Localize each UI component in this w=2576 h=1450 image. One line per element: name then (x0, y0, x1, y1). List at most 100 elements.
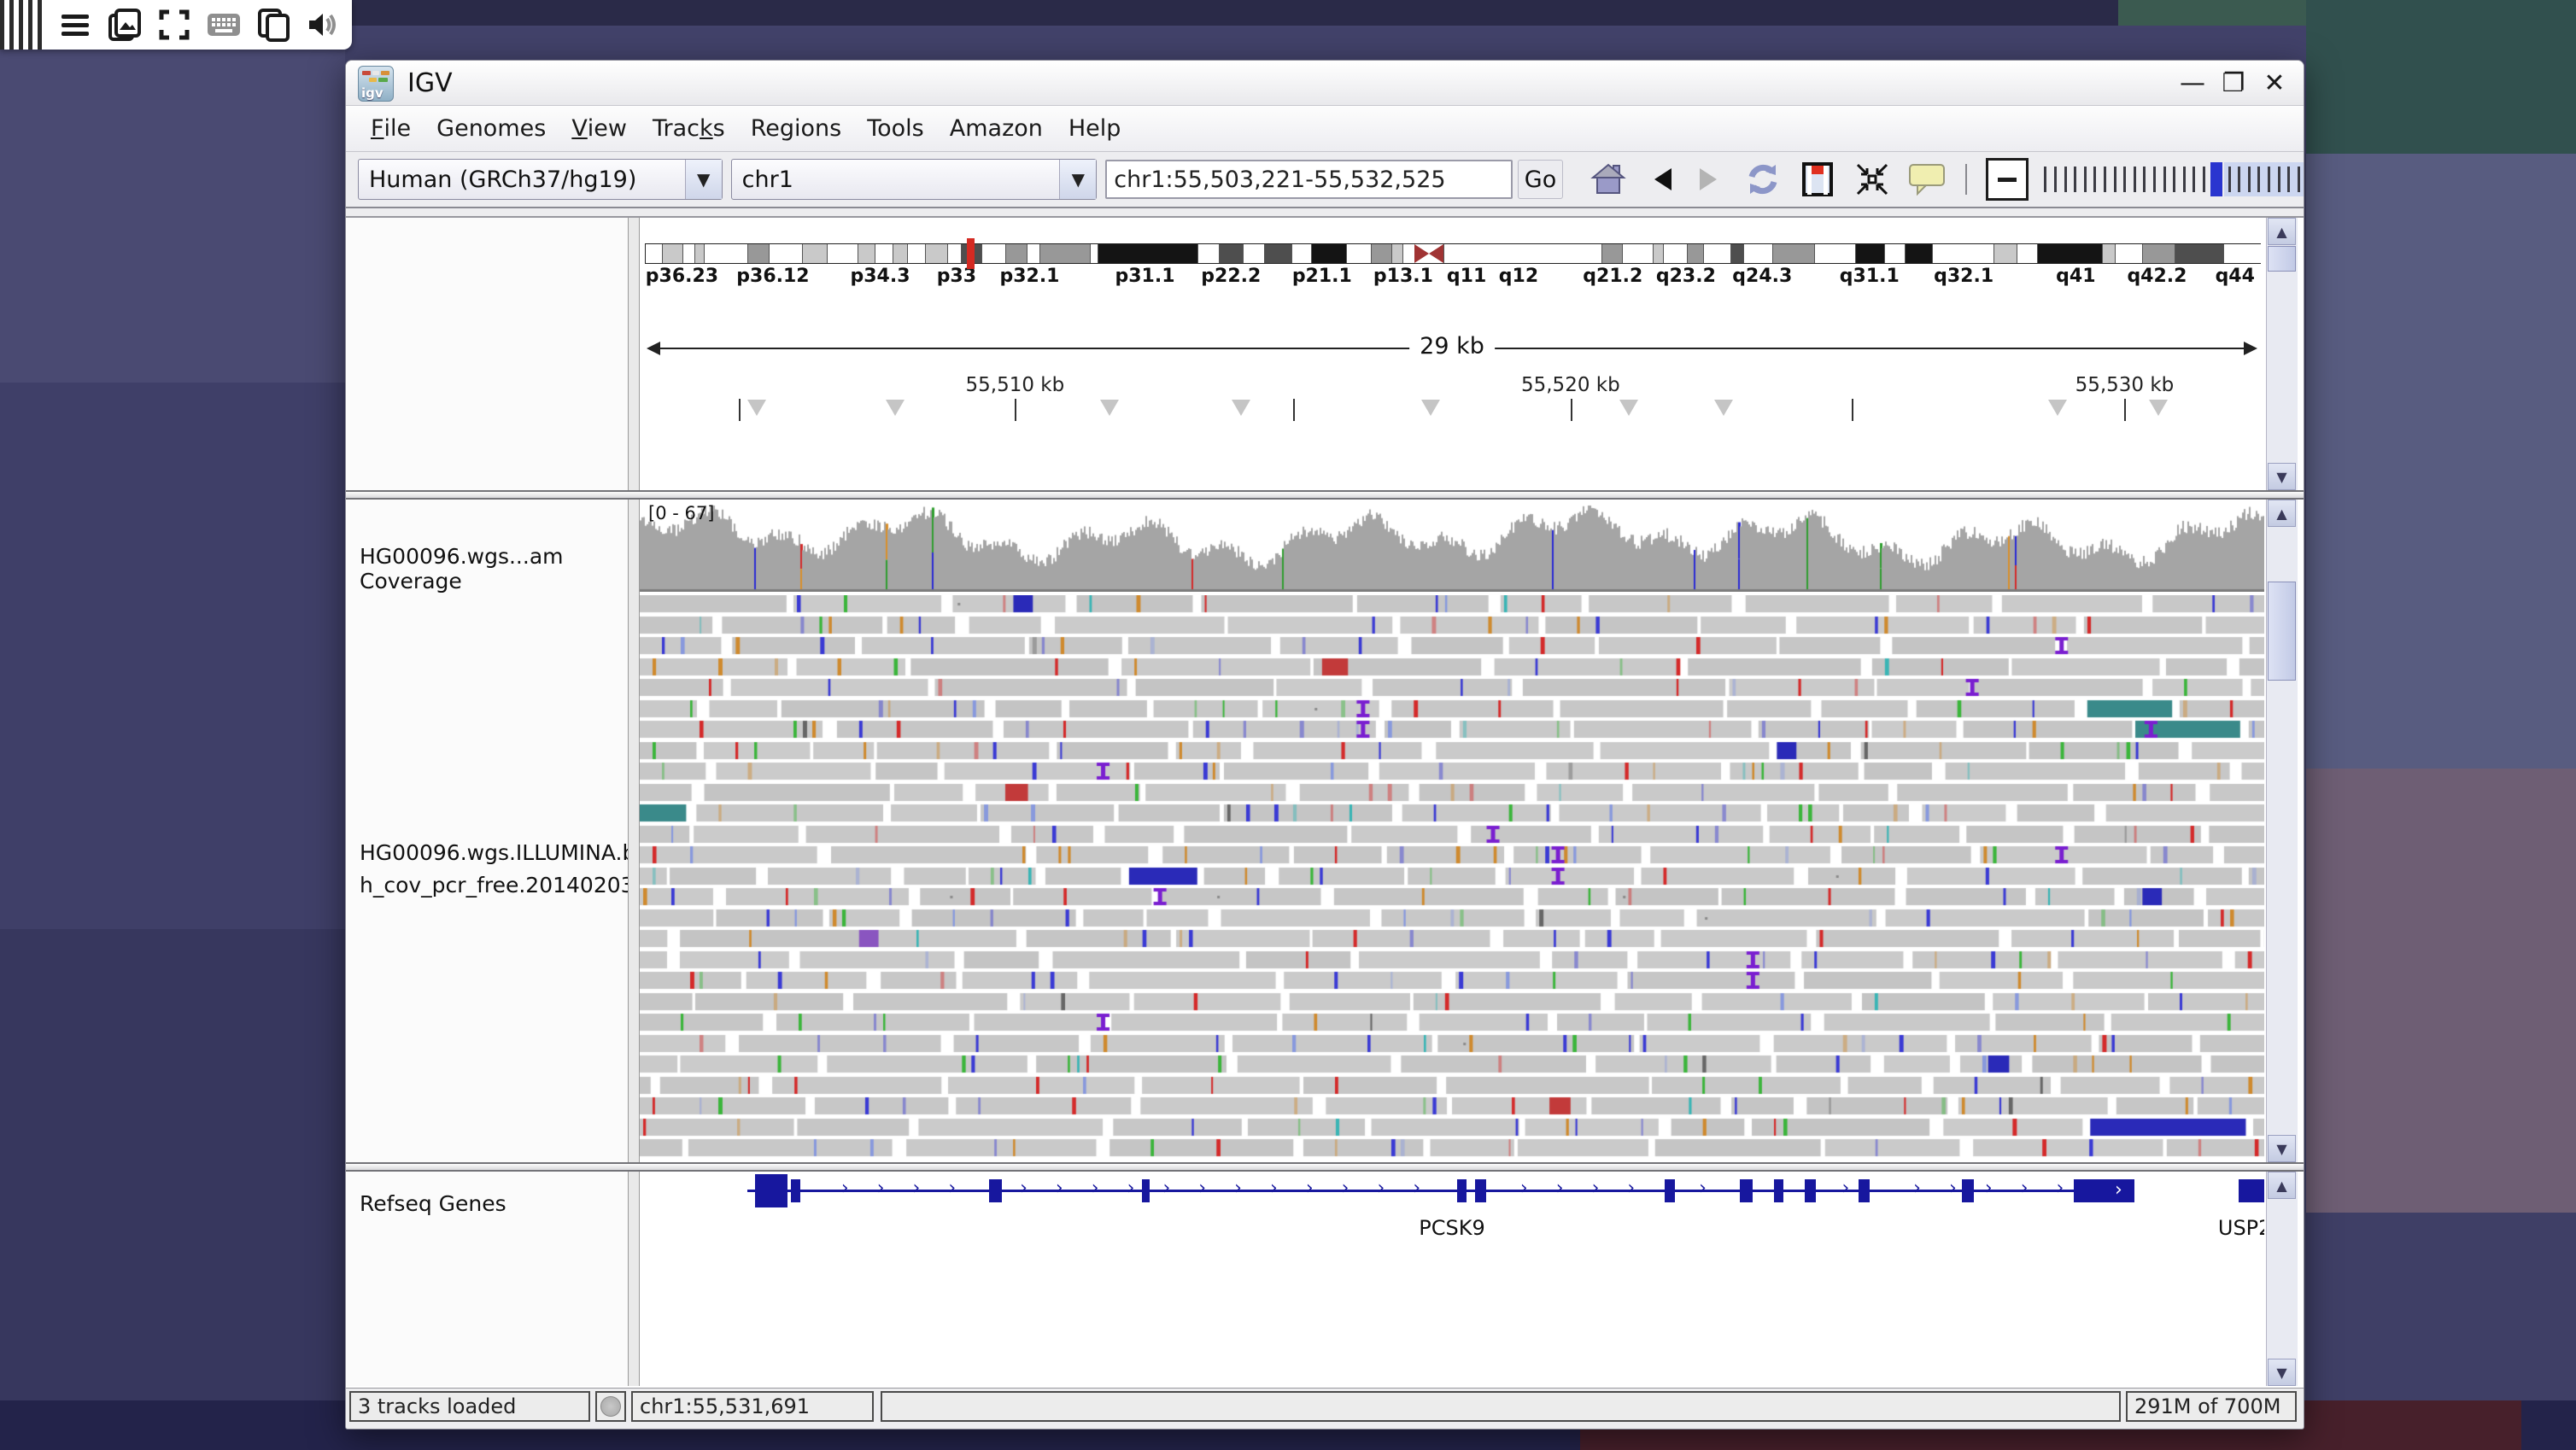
chromosome-ideogram[interactable] (645, 243, 2261, 264)
gene-exon[interactable] (1805, 1179, 1816, 1202)
scrollbar-thumb[interactable] (2268, 246, 2296, 272)
gene-exon[interactable] (1457, 1179, 1467, 1202)
coverage-track-label[interactable]: HG00096.wgs...am Coverage (360, 544, 628, 593)
home-icon[interactable] (1589, 160, 1628, 199)
desktop-patch (2306, 0, 2576, 154)
ruler-marker-triangle (1100, 400, 1119, 416)
cytoband (1814, 244, 1855, 263)
gene-exon[interactable]: › (2074, 1179, 2134, 1202)
alignment-scrollbar[interactable]: ▲ ▼ (2266, 500, 2298, 1162)
genes-scrollbar[interactable]: ▲ ▼ (2266, 1172, 2298, 1386)
menu-icon[interactable] (56, 6, 94, 44)
cytoband-label: p36.23 (646, 266, 718, 287)
alignment-data-area[interactable]: [0 - 67] (640, 500, 2264, 1162)
gene-name-label[interactable]: PCSK9 (1419, 1216, 1484, 1240)
gene-exon[interactable] (1475, 1179, 1486, 1202)
genes-data-area[interactable]: ››››››››››››››››››››››››››››PCSK9USP24 (640, 1172, 2264, 1386)
menu-regions[interactable]: Regions (738, 106, 855, 151)
panel-divider[interactable] (346, 490, 2304, 500)
cytoband (827, 244, 858, 263)
zoom-tick (2104, 167, 2106, 192)
cytoband (2175, 244, 2224, 263)
scrollbar-thumb[interactable] (2268, 582, 2296, 681)
ideogram-data-area[interactable]: p36.23p36.12p34.3p33p32.1p31.1p22.2p21.1… (640, 218, 2264, 490)
tooltip-icon[interactable] (1907, 160, 1947, 199)
chevron-down-icon[interactable]: ▼ (1059, 160, 1096, 199)
minimize-button[interactable]: — (2175, 67, 2210, 98)
gene-exon[interactable] (1665, 1179, 1674, 1202)
cytoband (1855, 244, 1885, 263)
cytoband-label: q12 (1499, 266, 1538, 287)
gene-exon[interactable] (1740, 1179, 1753, 1202)
ideogram-scrollbar[interactable]: ▲ ▼ (2266, 218, 2298, 490)
screenshot-icon[interactable] (106, 6, 143, 44)
cytoband (1027, 244, 1040, 263)
gene-exon[interactable] (1859, 1179, 1870, 1202)
titlebar[interactable]: igv IGV — ❐ ✕ (346, 61, 2304, 106)
clipboard-icon[interactable] (255, 6, 292, 44)
strand-arrow-icon: › (913, 1178, 921, 1199)
cytoband (1932, 244, 1994, 263)
zoom-tick (2278, 167, 2280, 192)
strand-arrow-icon: › (1556, 1178, 1564, 1199)
cytoband (1243, 244, 1265, 263)
chromosome-select[interactable]: chr1 ▼ (731, 159, 1098, 200)
gene-exon[interactable] (1774, 1179, 1783, 1202)
fullscreen-icon[interactable] (155, 6, 193, 44)
menu-tools[interactable]: Tools (854, 106, 937, 151)
audio-icon[interactable] (304, 6, 342, 44)
scroll-up-icon[interactable]: ▲ (2268, 500, 2296, 527)
gene-exon[interactable] (1962, 1179, 1973, 1202)
fit-window-icon[interactable] (1853, 160, 1892, 199)
gene-exon[interactable] (2239, 1179, 2264, 1202)
read-pileup[interactable] (640, 595, 2264, 1161)
gene-name-label[interactable]: USP24 (2218, 1216, 2264, 1240)
menu-help[interactable]: Help (1056, 106, 1134, 151)
go-button[interactable]: Go (1518, 160, 1564, 199)
close-button[interactable]: ✕ (2257, 67, 2292, 98)
ruler-marker-triangle (1232, 400, 1250, 416)
menu-genomes[interactable]: Genomes (424, 106, 559, 151)
scroll-down-icon[interactable]: ▼ (2268, 1359, 2296, 1386)
scroll-up-icon[interactable]: ▲ (2268, 1172, 2296, 1199)
menu-amazon[interactable]: Amazon (937, 106, 1056, 151)
chevron-down-icon[interactable]: ▼ (685, 160, 722, 199)
zoom-slider[interactable] (2040, 160, 2304, 199)
cytoband (1687, 244, 1704, 263)
forward-icon[interactable] (1689, 160, 1729, 199)
back-icon[interactable] (1643, 160, 1683, 199)
drag-handle[interactable] (0, 0, 44, 50)
genes-track-label[interactable]: Refseq Genes (360, 1191, 506, 1216)
gene-exon[interactable] (791, 1179, 800, 1202)
scroll-down-icon[interactable]: ▼ (2268, 463, 2296, 490)
zoom-tick (2123, 167, 2126, 192)
scroll-up-icon[interactable]: ▲ (2268, 218, 2296, 245)
menu-view[interactable]: View (559, 106, 640, 151)
panel-divider[interactable] (346, 1162, 2304, 1172)
strand-arrow-icon: › (1413, 1178, 1420, 1199)
memory-status[interactable]: 291M of 700M (2126, 1391, 2297, 1422)
refresh-icon[interactable] (1743, 160, 1783, 199)
ruler-position-label: 55,520 kb (1521, 374, 1620, 396)
genome-select[interactable]: Human (GRCh37/hg19) ▼ (358, 159, 723, 200)
keyboard-icon[interactable] (205, 6, 243, 44)
scroll-down-icon[interactable]: ▼ (2268, 1135, 2296, 1162)
menu-tracks[interactable]: Tracks (640, 106, 738, 151)
centromere (1429, 244, 1443, 263)
gene-exon[interactable] (1142, 1179, 1150, 1202)
zoom-slider-thumb[interactable] (2210, 162, 2222, 196)
zoom-out-icon[interactable] (1986, 158, 2029, 201)
region-tool-icon[interactable] (1798, 160, 1837, 199)
strand-arrow-icon: › (2057, 1178, 2064, 1199)
strand-arrow-icon: › (1127, 1178, 1135, 1199)
menu-file[interactable]: File (358, 106, 424, 151)
gene-exon[interactable] (755, 1174, 787, 1207)
locus-input[interactable] (1105, 160, 1512, 199)
coverage-histogram[interactable] (640, 503, 2264, 592)
strand-arrow-icon: › (1162, 1178, 1170, 1199)
zoom-tick (2173, 167, 2175, 192)
zoom-tick (2228, 167, 2231, 192)
strand-arrow-icon: › (1306, 1178, 1314, 1199)
maximize-button[interactable]: ❐ (2216, 67, 2251, 98)
gene-exon[interactable] (989, 1179, 1002, 1202)
